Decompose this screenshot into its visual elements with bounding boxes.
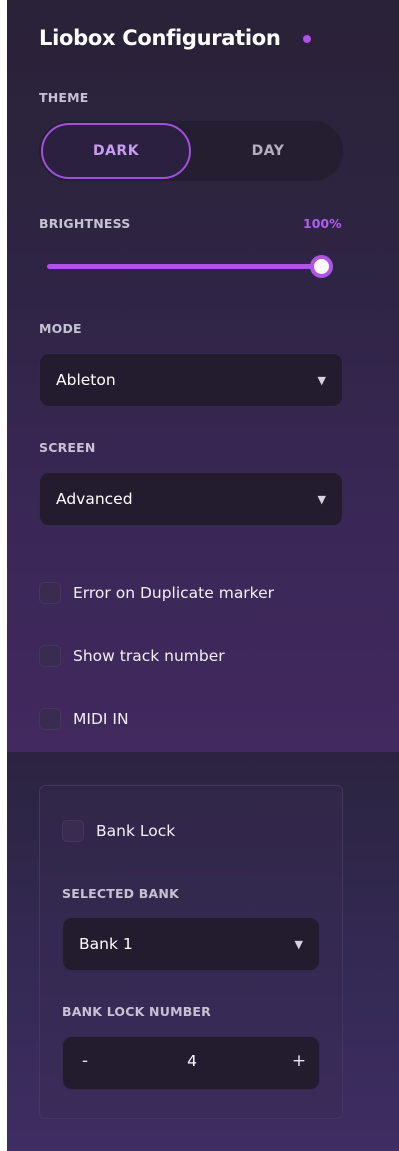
option-label: Show track number bbox=[73, 647, 225, 665]
checkbox[interactable] bbox=[39, 708, 61, 730]
screen-select[interactable]: Advanced ▼ bbox=[39, 472, 343, 526]
selected-bank-value: Bank 1 bbox=[79, 935, 133, 953]
status-dot-icon bbox=[302, 35, 311, 43]
theme-toggle[interactable]: DARK DAY bbox=[39, 121, 343, 181]
page-title: Liobox Configuration bbox=[39, 26, 281, 50]
bank-lock-number-value: 4 bbox=[187, 1052, 197, 1070]
option-label: Error on Duplicate marker bbox=[73, 584, 275, 602]
bank-lock-number-stepper[interactable]: - 4 + bbox=[62, 1036, 320, 1090]
brightness-label: BRIGHTNESS bbox=[39, 216, 131, 231]
checkbox[interactable] bbox=[39, 582, 61, 604]
brightness-slider-thumb[interactable] bbox=[310, 255, 333, 278]
theme-label: THEME bbox=[39, 90, 89, 105]
bank-lock-option[interactable]: Bank Lock bbox=[62, 820, 175, 842]
decrement-button[interactable]: - bbox=[75, 1051, 95, 1071]
config-panel: Liobox Configuration THEME DARK DAY BRIG… bbox=[7, 0, 399, 1151]
mode-select-value: Ableton bbox=[56, 371, 116, 389]
bank-lock-label: Bank Lock bbox=[96, 822, 176, 840]
chevron-down-icon: ▼ bbox=[294, 937, 303, 951]
increment-button[interactable]: + bbox=[289, 1051, 309, 1071]
selected-bank-label: SELECTED BANK bbox=[62, 886, 179, 901]
theme-option-day[interactable]: DAY bbox=[193, 123, 343, 179]
selected-bank-select[interactable]: Bank 1 ▼ bbox=[62, 917, 320, 971]
brightness-slider-fill bbox=[47, 264, 323, 269]
checkbox[interactable] bbox=[39, 645, 61, 667]
option-label: MIDI IN bbox=[73, 710, 129, 728]
option-midi-in[interactable]: MIDI IN bbox=[39, 708, 129, 730]
chevron-down-icon: ▼ bbox=[317, 492, 326, 506]
option-error-duplicate-marker[interactable]: Error on Duplicate marker bbox=[39, 582, 274, 604]
mode-select[interactable]: Ableton ▼ bbox=[39, 353, 343, 407]
brightness-value: 100% bbox=[303, 216, 342, 231]
mode-label: MODE bbox=[39, 321, 82, 336]
chevron-down-icon: ▼ bbox=[317, 373, 326, 387]
screen-select-value: Advanced bbox=[56, 490, 133, 508]
option-show-track-number[interactable]: Show track number bbox=[39, 645, 225, 667]
bank-lock-number-label: BANK LOCK NUMBER bbox=[62, 1004, 212, 1019]
settings-section: Liobox Configuration THEME DARK DAY BRIG… bbox=[7, 0, 399, 752]
screen-label: SCREEN bbox=[39, 440, 96, 455]
checkbox[interactable] bbox=[62, 820, 84, 842]
header: Liobox Configuration bbox=[39, 26, 311, 50]
brightness-slider-track[interactable] bbox=[47, 264, 323, 269]
theme-option-dark[interactable]: DARK bbox=[41, 123, 191, 179]
